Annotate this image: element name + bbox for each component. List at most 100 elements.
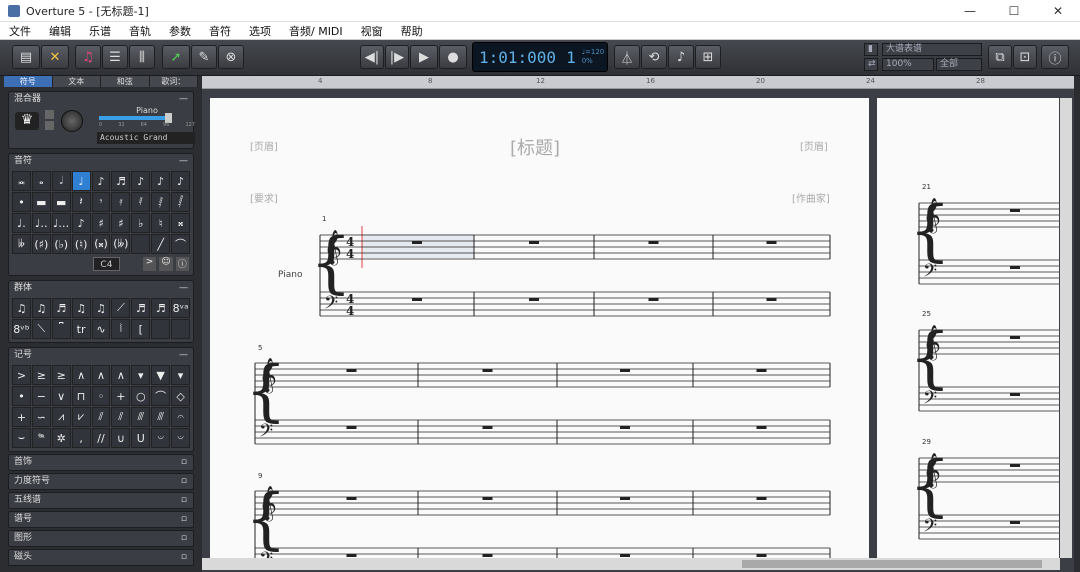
score-view-button[interactable]: ▤	[12, 45, 40, 69]
pencil-tool-icon[interactable]: ✎	[191, 45, 217, 69]
line-icon[interactable]: ⟍	[31, 319, 51, 339]
note-input-icon[interactable]: ♪	[668, 45, 694, 69]
patch-field[interactable]: Acoustic Grand	[97, 132, 195, 144]
marcato-icon[interactable]: ∧	[71, 365, 91, 385]
section-staff[interactable]: 五线谱 ▫	[8, 492, 194, 509]
breve-icon[interactable]: 𝅜	[12, 171, 31, 191]
volume-slider[interactable]	[99, 116, 169, 120]
horizontal-scrollbar[interactable]	[202, 558, 1060, 570]
double-sharp-icon[interactable]: ♯	[111, 213, 131, 233]
zoom-select[interactable]: 100%	[882, 58, 934, 71]
breath-icon[interactable]: ,	[71, 428, 91, 448]
sharp-icon[interactable]: ♯	[91, 213, 111, 233]
tremolo-1-icon[interactable]: ⫽	[91, 407, 111, 427]
close-button[interactable]: ✕	[1036, 0, 1080, 22]
minimize-button[interactable]: —	[948, 0, 992, 22]
forward-icon[interactable]: >	[142, 257, 157, 271]
tab-symbols[interactable]: 符号	[4, 76, 53, 87]
tie-icon[interactable]: ⌒	[171, 234, 190, 254]
paren-sharp-icon[interactable]: (♯)	[31, 234, 51, 254]
tab-lyrics[interactable]: 歌词：	[149, 76, 198, 87]
dot-icon[interactable]: •	[12, 192, 31, 212]
scroll-thumb[interactable]	[742, 560, 1042, 568]
note-info-icon[interactable]: ⓘ	[175, 257, 189, 271]
pedal-up-icon[interactable]: ✲	[51, 428, 71, 448]
inverted-mordent-icon[interactable]: ⩗	[71, 407, 91, 427]
half-note-icon[interactable]: 𝅗𝅥	[51, 171, 71, 191]
fermata-under-icon[interactable]: 𝄑	[151, 428, 171, 448]
score-page[interactable]: [页眉] [页眉] [标题] [要求] [作曲家] Piano 1 5 9 {𝄞…	[210, 98, 869, 568]
64th-note-icon[interactable]: ♪	[151, 171, 171, 191]
rewind-button[interactable]: ◀|	[360, 45, 384, 69]
wedge-icon[interactable]: ▼	[151, 365, 171, 385]
fermata-icon[interactable]: 𝄐	[171, 407, 190, 427]
menu-help[interactable]: 帮助	[392, 23, 432, 39]
open-icon[interactable]: ○	[131, 386, 151, 406]
mask-icon[interactable]: ☺	[159, 257, 173, 271]
pedal-icon[interactable]: 𝆮	[31, 428, 51, 448]
eighth-note-icon[interactable]: ♪	[91, 171, 111, 191]
triple-dot-icon[interactable]: ♩…	[51, 213, 71, 233]
glissando-icon[interactable]: ⟋	[111, 298, 131, 318]
staccatissimo-icon[interactable]: ▾	[171, 365, 190, 385]
tenuto-icon[interactable]: −	[31, 386, 51, 406]
harmonic-icon[interactable]: ◦	[91, 386, 111, 406]
u-icon[interactable]: U	[131, 428, 151, 448]
128th-note-icon[interactable]: ♪	[171, 171, 190, 191]
stopped-icon[interactable]: +	[111, 386, 131, 406]
ottava-icon[interactable]: 8ᵛᵃ	[171, 298, 190, 318]
wave-icon[interactable]: ∿	[91, 319, 111, 339]
trill-icon[interactable]: tr	[71, 319, 91, 339]
step-button[interactable]: |▶	[385, 45, 409, 69]
record-button[interactable]: ●	[439, 45, 467, 69]
empty-icon-1[interactable]	[151, 319, 171, 339]
fermata-short-icon[interactable]: ⌒	[151, 386, 171, 406]
tremolo-3-icon[interactable]: ⫻	[131, 407, 151, 427]
score-notation[interactable]: {𝄞𝄢4444{𝄞𝄢{𝄞𝄢	[210, 98, 869, 568]
circle-icon[interactable]: ◇	[171, 386, 190, 406]
64th-rest-icon[interactable]: 𝅁	[151, 192, 171, 212]
accent-staccato-icon[interactable]: ≥	[51, 365, 71, 385]
caesura-icon[interactable]: //	[91, 428, 111, 448]
section-ornaments[interactable]: 首饰 ▫	[8, 454, 194, 471]
tools-button[interactable]: ✕	[41, 45, 69, 69]
beam-4-icon[interactable]: ♬	[51, 298, 71, 318]
beam-2-icon[interactable]: ♫	[12, 298, 31, 318]
maximize-button[interactable]: ☐	[992, 0, 1036, 22]
cresc-beam-icon[interactable]: ♬	[131, 298, 151, 318]
tab-text[interactable]: 文本	[52, 76, 101, 87]
feather-beam-icon[interactable]: ♬	[151, 298, 171, 318]
flat-icon[interactable]: ♭	[131, 213, 151, 233]
32nd-rest-icon[interactable]: 𝅀	[131, 192, 151, 212]
mixer-button[interactable]: ⫼	[129, 45, 155, 69]
slash-icon[interactable]: ╱	[151, 234, 171, 254]
metronome-icon[interactable]: ⏃	[614, 45, 640, 69]
128th-rest-icon[interactable]: 𝅂	[171, 192, 190, 212]
section-noteheads[interactable]: 磁头 ▫	[8, 549, 194, 566]
tuplet-icon[interactable]: ♫	[91, 298, 111, 318]
tab-chords[interactable]: 和弦	[101, 76, 150, 87]
beam-3-icon[interactable]: ♫	[31, 298, 51, 318]
menu-track[interactable]: 音轨	[120, 23, 160, 39]
arpeggio-icon[interactable]: ⦚	[111, 319, 131, 339]
whole-rest-icon[interactable]: ▬	[31, 192, 51, 212]
bracket-line-icon[interactable]: [	[131, 319, 151, 339]
triplet-icon[interactable]: ♫	[71, 298, 91, 318]
32nd-note-icon[interactable]: ♪	[131, 171, 151, 191]
marcato-tenuto-icon[interactable]: ∧	[111, 365, 131, 385]
grace-note-icon[interactable]: ♪	[71, 213, 91, 233]
down-bow-icon[interactable]: ⊓	[71, 386, 91, 406]
empty-icon-2[interactable]	[171, 319, 190, 339]
menu-params[interactable]: 参数	[160, 23, 200, 39]
menu-file[interactable]: 文件	[0, 23, 40, 39]
accent-icon[interactable]: >	[12, 365, 31, 385]
pan-knob[interactable]	[61, 110, 83, 132]
section-graphics[interactable]: 图形 ▫	[8, 530, 194, 547]
x-sharp-icon[interactable]: 𝄪	[171, 213, 190, 233]
section-dynamics[interactable]: 力度符号 ▫	[8, 473, 194, 490]
double-flat-icon[interactable]: 𝄫	[12, 234, 31, 254]
quarter-rest-icon[interactable]: 𝄽	[71, 192, 91, 212]
upbow-short-icon[interactable]: ∪	[111, 428, 131, 448]
blank-icon[interactable]	[131, 234, 151, 254]
layout-icon[interactable]: ⊡	[1013, 45, 1037, 69]
